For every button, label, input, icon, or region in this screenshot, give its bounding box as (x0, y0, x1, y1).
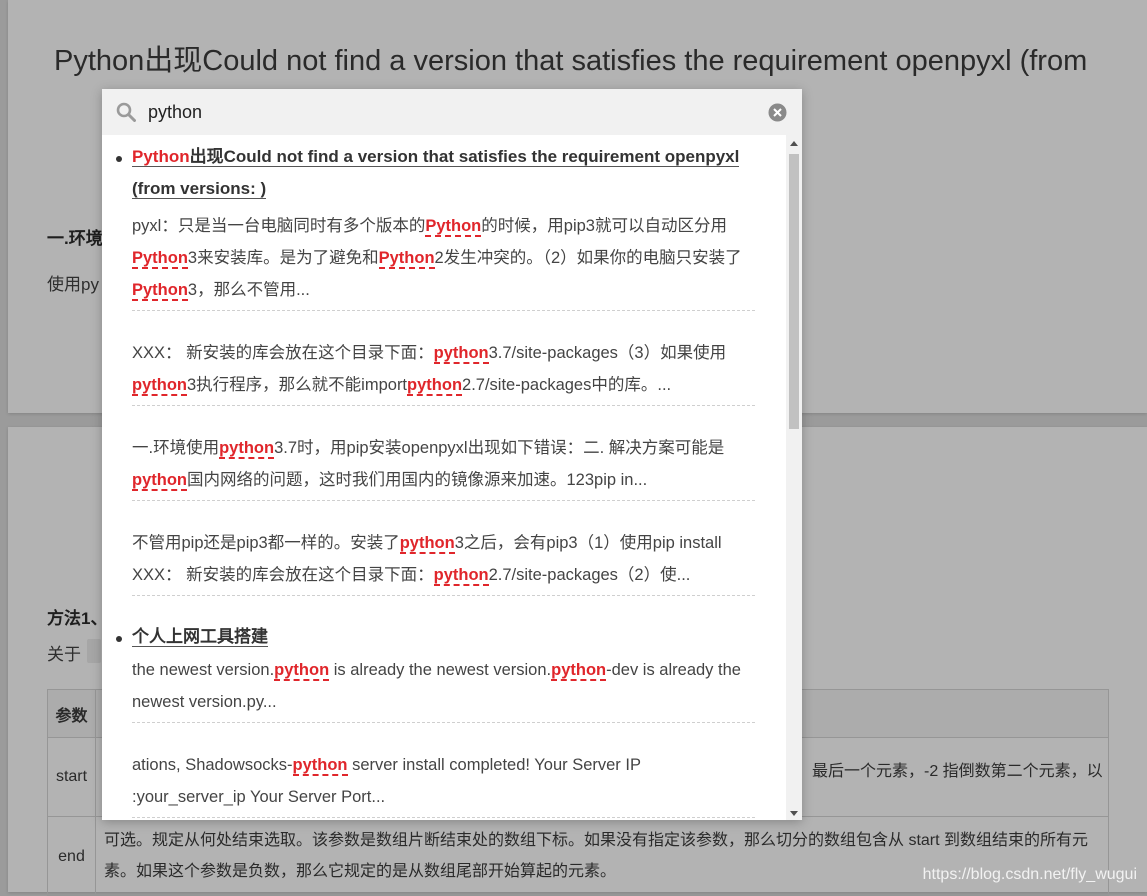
text-segment: 2.7/site-packages（2）使... (488, 566, 691, 584)
highlight-term: Python (425, 217, 482, 237)
scroll-up-icon[interactable] (790, 141, 798, 146)
highlight-term: python (407, 376, 463, 396)
text-segment: XXX： 新安装的库会放在这个目录下面： (132, 344, 434, 362)
text-segment: ations, Shadowsocks- (132, 756, 293, 774)
article-title: Python出现Could not find a version that sa… (54, 45, 1088, 77)
method-heading: 方法1、 (47, 609, 108, 628)
text-segment: pyxl：只是当一台电脑同时有多个版本的 (132, 217, 426, 235)
search-results: Python出现Could not find a version that sa… (102, 135, 786, 820)
highlight-term: Python (132, 147, 190, 167)
scroll-down-icon[interactable] (790, 811, 798, 816)
result-title[interactable]: Python出现Could not find a version that sa… (132, 141, 742, 205)
search-bar (102, 89, 802, 135)
inline-code (87, 639, 101, 663)
section-heading: 一.环境 (47, 229, 103, 248)
scrollbar[interactable] (786, 135, 802, 820)
highlight-term: python (132, 376, 187, 396)
result-title[interactable]: 个人上网工具搭建 (132, 621, 742, 653)
text-segment: 个人上网工具搭建 (132, 627, 268, 647)
result-snippet[interactable]: 一.环境使用python3.7时，用pip安装openpyxl出现如下错误：二.… (132, 432, 755, 501)
highlight-term: python (219, 439, 275, 459)
text-segment: 3执行程序，那么就不能import (187, 376, 408, 394)
about-text: 关于 (47, 645, 81, 664)
text-segment: 3，那么不管用... (187, 281, 310, 299)
result-snippet[interactable]: ations, Shadowsocks-python server instal… (132, 749, 755, 818)
bullet (116, 156, 122, 162)
result-snippet[interactable]: XXX： 新安装的库会放在这个目录下面：python3.7/site-packa… (132, 337, 755, 406)
text-segment: 不管用pip还是pip3都一样的。安装了 (132, 534, 400, 552)
table-text-line: 可选。规定从何处结束选取。该参数是数组片断结束处的数组下标。如果没有指定该参数，… (104, 832, 1089, 849)
highlight-term: Python (378, 249, 435, 269)
result-snippet[interactable]: 不管用pip还是pip3都一样的。安装了python3之后，会有pip3（1）使… (132, 527, 755, 596)
watermark: https://blog.csdn.net/fly_wugui (922, 866, 1137, 883)
highlight-term: python (132, 471, 187, 491)
result-snippet[interactable]: pyxl：只是当一台电脑同时有多个版本的Python的时候，用pip3就可以自动… (132, 210, 755, 311)
clear-icon[interactable] (768, 103, 787, 122)
highlight-term: python (433, 344, 489, 364)
highlight-term: Python (132, 281, 188, 301)
highlight-term: python (274, 661, 330, 681)
text-segment: the newest version. (132, 661, 275, 679)
result-snippet[interactable]: the newest version.python is already the… (132, 654, 755, 723)
highlight-term: python (399, 534, 455, 554)
search-input[interactable] (148, 97, 758, 127)
text-segment: 国内网络的问题，这时我们用国内的镜像源来加速。123pip in... (187, 471, 648, 489)
text-segment: 3.7时，用pip安装openpyxl出现如下错误：二. 解决方案可能是 (274, 439, 725, 457)
bullet (116, 636, 122, 642)
text-segment: 2发生冲突的。（2）如果你的电脑只安装了 (434, 249, 742, 267)
highlight-term: Python (132, 249, 188, 269)
text-segment: 3来安装库。是为了避免和 (187, 249, 379, 267)
text-segment: is already the newest version. (329, 661, 552, 679)
table-cell-end: end (47, 816, 96, 896)
text-segment: 出现Could not find a version that satisfie… (132, 147, 740, 199)
highlight-term: python (292, 756, 348, 776)
table-cell-start-text: 最后一个元素，-2 指倒数第二个元素，以 (812, 763, 1103, 780)
search-icon (116, 102, 136, 122)
highlight-term: python (551, 661, 607, 681)
highlight-term: python (433, 566, 489, 586)
table-header-param: 参数 (47, 689, 96, 738)
scroll-thumb[interactable] (789, 154, 799, 429)
search-modal: Python出现Could not find a version that sa… (102, 89, 802, 820)
text-segment: 3.7/site-packages（3）如果使用 (488, 344, 727, 362)
table-cell-start: start (47, 737, 96, 817)
text-segment: 一.环境使用 (132, 439, 220, 457)
usage-text: 使用py (47, 275, 99, 294)
text-segment: 2.7/site-packages中的库。... (462, 376, 672, 394)
text-segment: 的时候，用pip3就可以自动区分用 (481, 217, 727, 235)
